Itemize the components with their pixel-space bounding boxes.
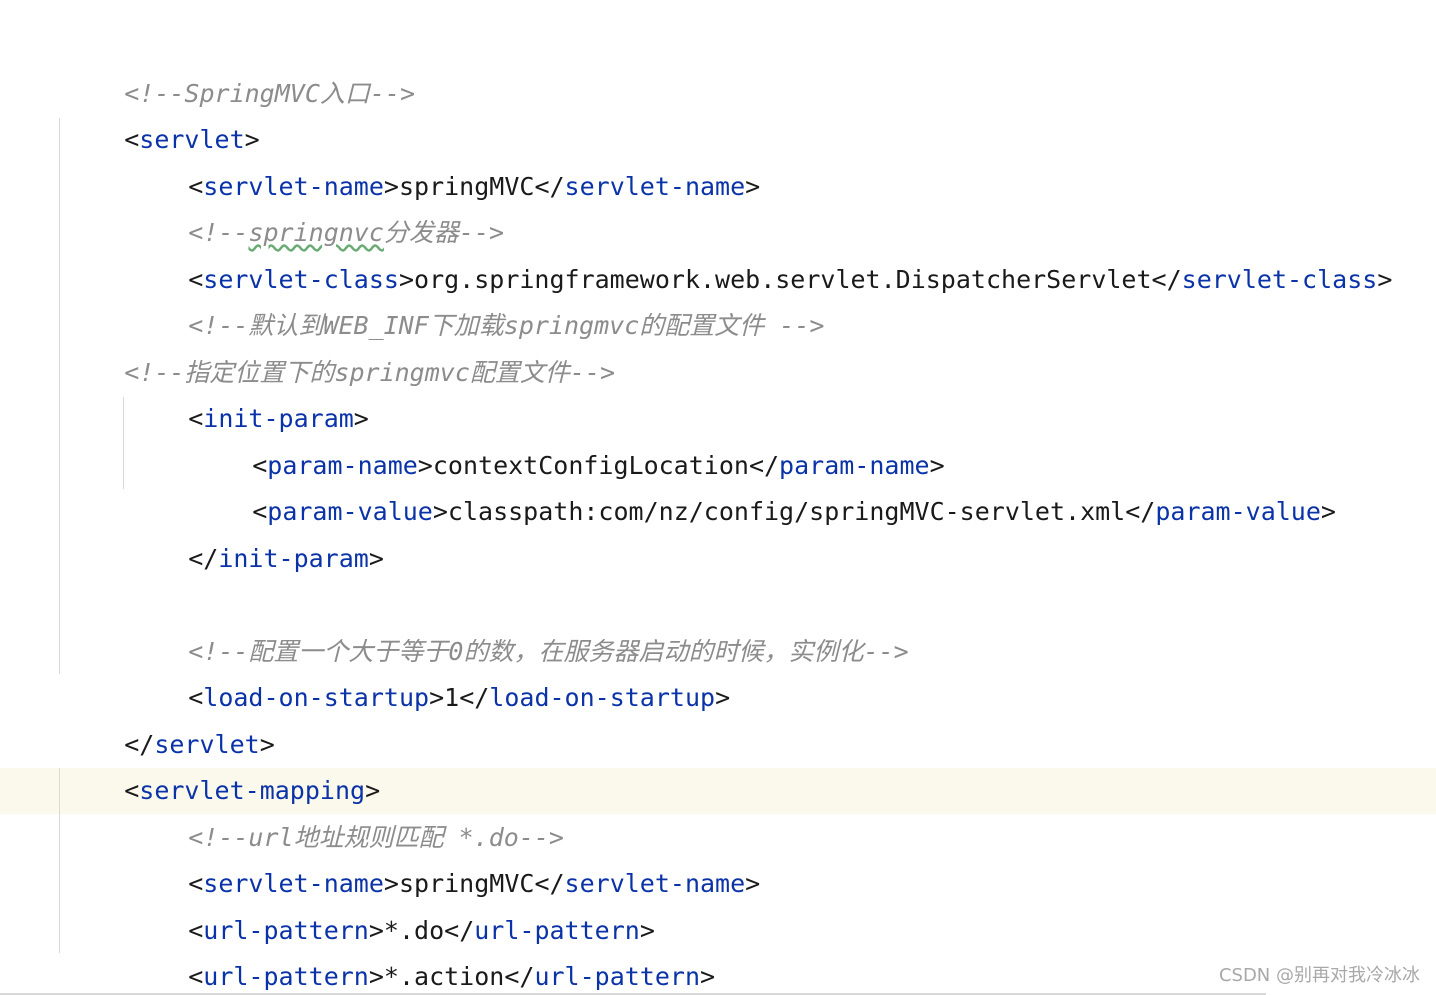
bracket: </ [459, 683, 490, 712]
code-line-close-init-param[interactable]: </init-param> [0, 490, 384, 573]
bracket: > [745, 869, 761, 898]
tag-name: init-param [218, 544, 369, 573]
code-line-param-value[interactable]: <param-value>classpath:com/nz/config/spr… [0, 443, 1336, 526]
code-line-comment[interactable]: <!--springnvc分发器--> [0, 164, 504, 247]
watermark: CSDN @别再对我冷冰冰 [1218, 965, 1420, 986]
code-line-comment[interactable]: <!--配置一个大于等于0的数，在服务器启动的时候，实例化--> [0, 583, 908, 666]
code-line-open-servlet[interactable]: <servlet> [0, 71, 259, 154]
code-line-comment[interactable]: <!--指定位置下的springmvc配置文件--> [0, 304, 615, 387]
element-text: *.action [383, 962, 505, 991]
code-line-close-servlet[interactable]: </servlet> [0, 676, 275, 759]
tag-name: servlet-class [1181, 265, 1378, 294]
tag-name: param-value [1155, 497, 1321, 526]
bracket: > [1377, 265, 1393, 294]
tag-name: url-pattern [534, 962, 701, 991]
code-line-comment[interactable]: <!--默认到WEB_INF下加载springmvc的配置文件 --> [0, 257, 824, 340]
bracket: > [715, 683, 731, 712]
bracket: </ [534, 172, 565, 201]
code-line-load-on-startup[interactable]: <load-on-startup>1</load-on-startup> [0, 629, 730, 712]
code-line-comment[interactable]: <!--url地址规则匹配 *.do--> [0, 769, 564, 852]
bracket: > [368, 544, 384, 573]
code-line-url-pattern[interactable]: <url-pattern>*.action</url-pattern> [0, 908, 715, 991]
code-line-url-pattern[interactable]: <url-pattern>*.do</url-pattern> [0, 862, 655, 945]
code-line-servlet-class[interactable]: <servlet-class>org.springframework.web.s… [0, 211, 1392, 294]
code-line-open-init-param[interactable]: <init-param> [0, 350, 369, 433]
bracket: </ [1151, 265, 1182, 294]
bracket: > [1320, 497, 1336, 526]
bracket: > [745, 172, 761, 201]
tag-name: servlet-name [564, 172, 746, 201]
bracket: </ [188, 544, 219, 573]
bracket: </ [504, 962, 535, 991]
code-line-comment[interactable]: <!--SpringMVC入口--> [0, 25, 415, 108]
element-text: classpath:com/nz/config/springMVC-servle… [447, 497, 1126, 526]
bracket: > [700, 962, 716, 991]
code-line-servlet-name[interactable]: <servlet-name>springMVC</servlet-name> [0, 815, 760, 898]
bracket: > [432, 497, 448, 526]
element-text: 1 [444, 683, 460, 712]
code-line-param-name[interactable]: <param-name>contextConfigLocation</param… [0, 397, 944, 480]
tag-name: load-on-startup [489, 683, 716, 712]
code-line-close-servlet-mapping[interactable]: </servlet-mapping> [0, 955, 395, 995]
bracket: </ [1125, 497, 1156, 526]
code-line-servlet-name[interactable]: <servlet-name>springMVC</servlet-name> [0, 118, 760, 201]
bracket: > [429, 683, 445, 712]
code-editor[interactable]: <!--SpringMVC入口--> <servlet> <servlet-na… [0, 0, 1436, 995]
code-line-open-servlet-mapping[interactable]: <servlet-mapping> [0, 722, 380, 805]
